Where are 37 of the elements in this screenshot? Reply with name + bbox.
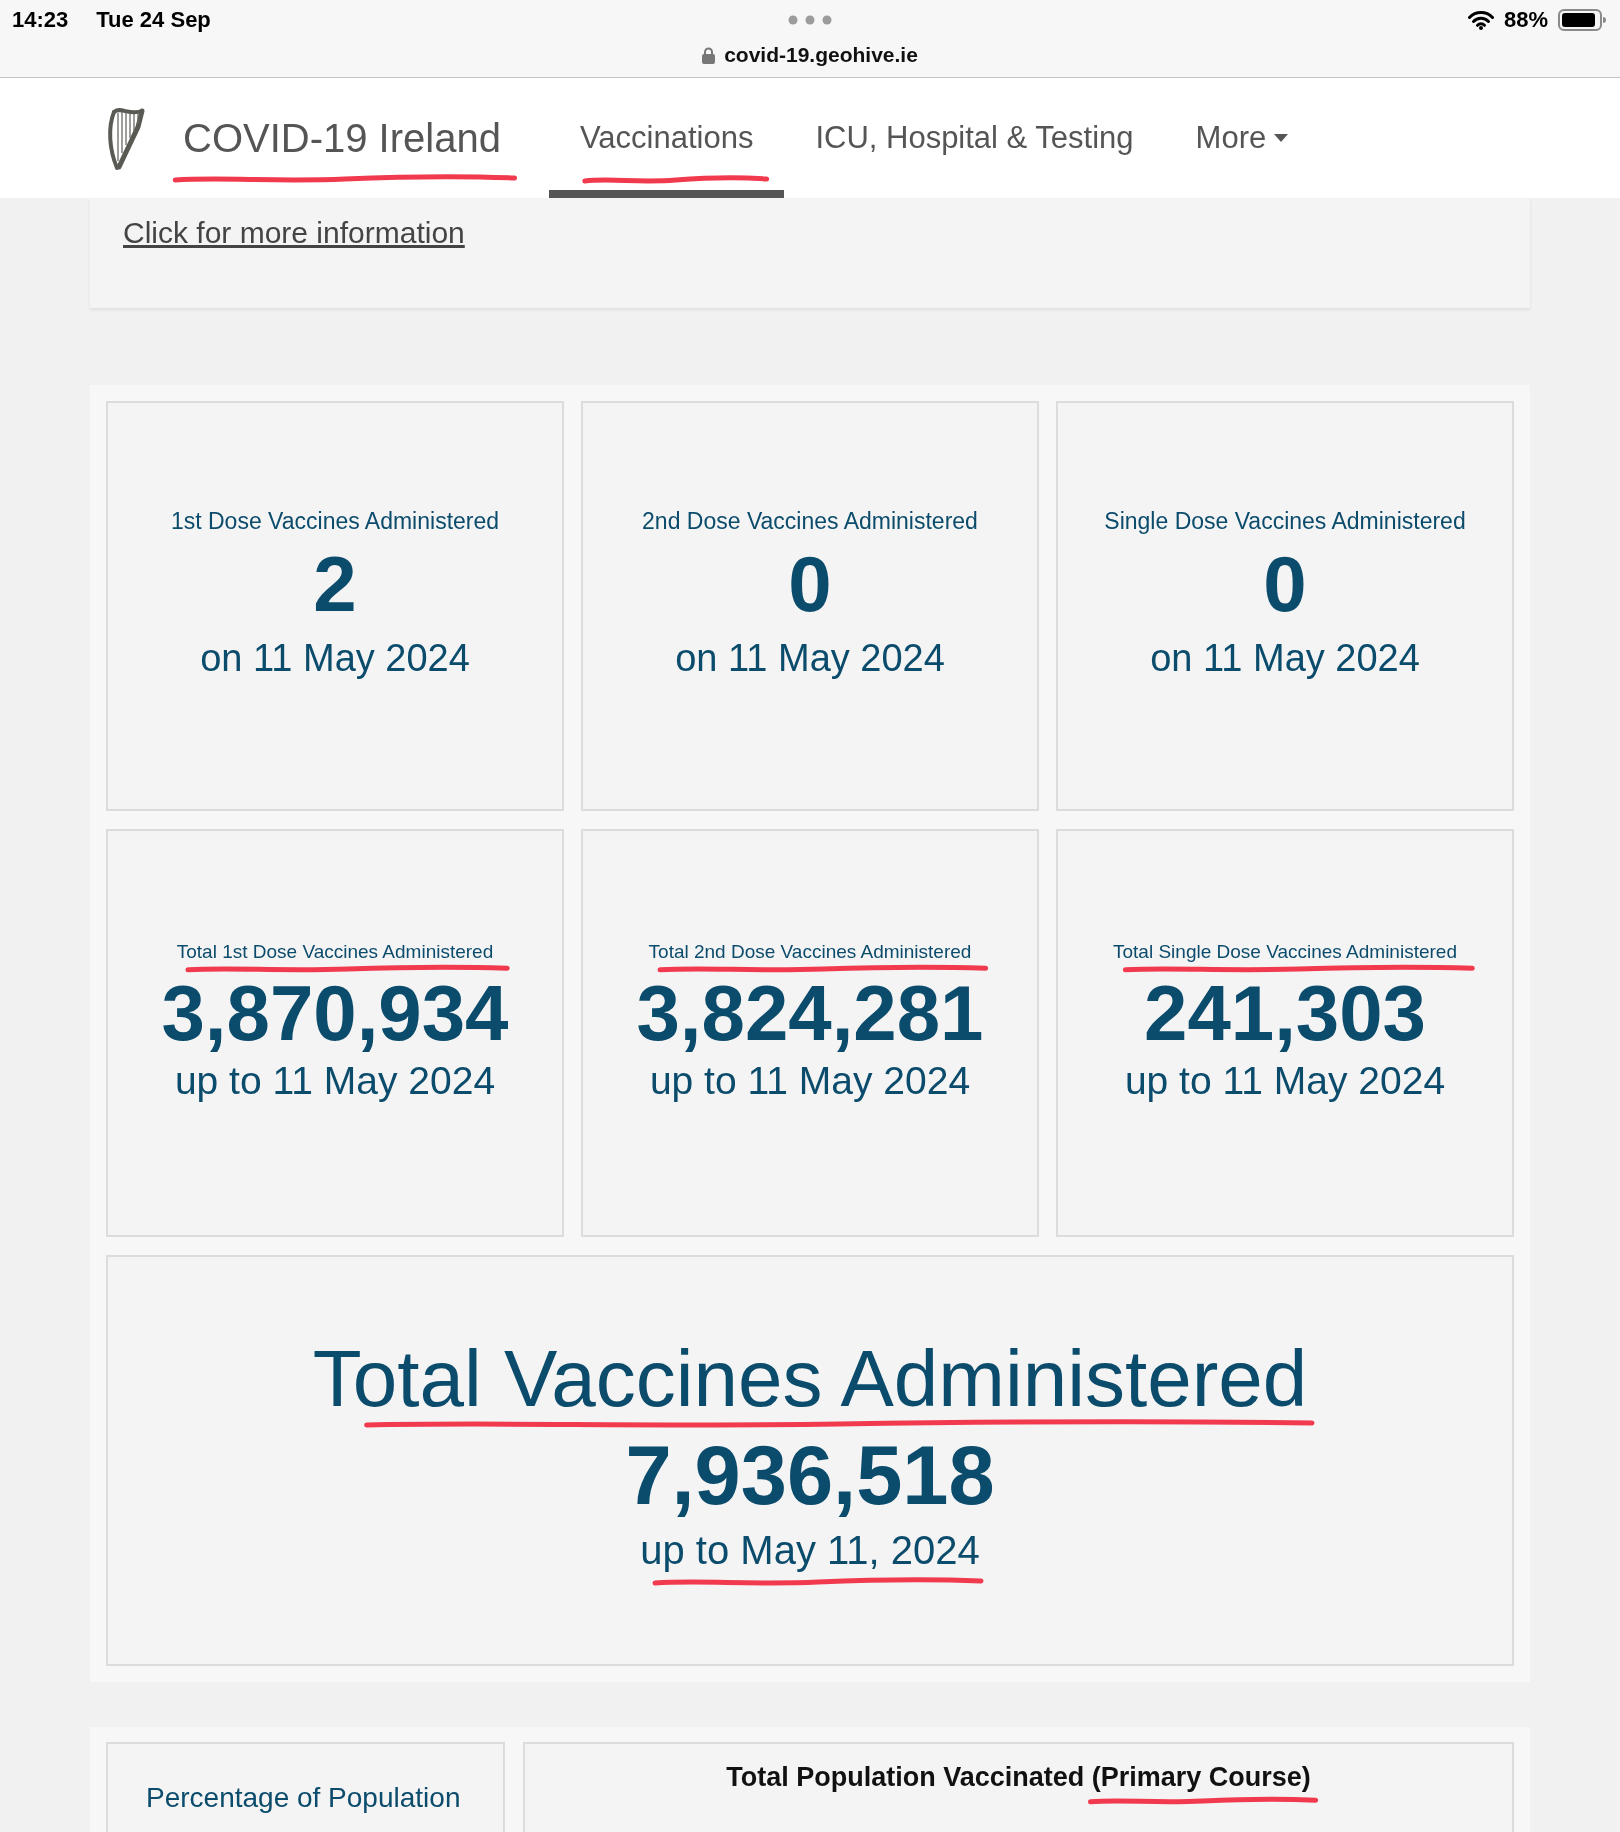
battery-icon <box>1558 9 1606 31</box>
nav-tab[interactable]: ICU, Hospital & Testing <box>784 78 1165 198</box>
card-title: Single Dose Vaccines Administered <box>1104 506 1466 535</box>
card-title: Total 1st Dose Vaccines Administered <box>176 939 494 964</box>
card-date: on 11 May 2024 <box>200 635 470 680</box>
harp-icon <box>105 105 145 171</box>
caret-icon <box>1274 134 1289 142</box>
card-date: up to 11 May 2024 <box>649 1058 971 1103</box>
brand-link[interactable]: COVID-19 Ireland <box>183 115 501 161</box>
card-value: 241,303 <box>1144 973 1426 1052</box>
card-value: 2 <box>313 544 357 623</box>
card-date: on 11 May 2024 <box>675 635 945 680</box>
card-value: 0 <box>788 544 832 623</box>
card-title: 1st Dose Vaccines Administered <box>170 506 500 535</box>
card-title: Percentage of Population <box>146 1782 461 1813</box>
card-value: 3,870,934 <box>161 973 509 1052</box>
card-title: Total 2nd Dose Vaccines Administered <box>648 939 972 964</box>
lock-icon <box>702 46 716 64</box>
status-time: 14:23 <box>12 7 69 33</box>
nav-tab[interactable]: More <box>1164 78 1320 198</box>
wifi-icon <box>1467 10 1494 30</box>
dots-icon[interactable] <box>788 15 832 25</box>
card-value: 3,824,281 <box>636 973 984 1052</box>
more-info-link[interactable]: Click for more information <box>123 216 465 249</box>
card-title: Total Single Dose Vaccines Administered <box>1113 939 1457 964</box>
total-value: 7,936,518 <box>625 1433 995 1518</box>
card-date: on 11 May 2024 <box>1150 635 1420 680</box>
status-date: Tue 24 Sep <box>96 7 211 33</box>
total-title: Total Vaccines Administered <box>312 1338 1308 1419</box>
card-date: up to 11 May 2024 <box>174 1058 496 1103</box>
battery-percent: 88% <box>1503 7 1548 33</box>
card-date: up to 11 May 2024 <box>1124 1058 1446 1103</box>
total-date: up to May 11, 2024 <box>640 1526 980 1573</box>
card-value: 0 <box>1263 544 1307 623</box>
card-title: 2nd Dose Vaccines Administered <box>642 506 978 535</box>
card-title: Total Population Vaccinated (Primary Course) <box>726 1761 1311 1793</box>
url-text[interactable]: covid-19.geohive.ie <box>724 42 918 68</box>
